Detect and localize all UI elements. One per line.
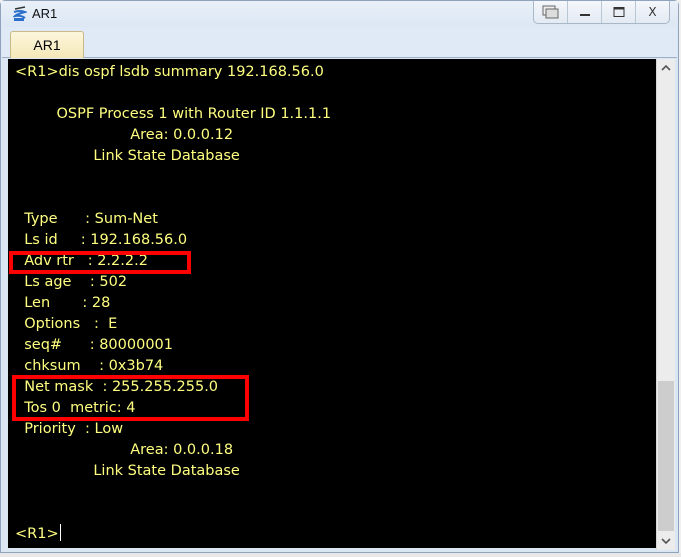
- restore-window-button[interactable]: [534, 1, 567, 23]
- terminal-line: Ls age : 502: [15, 274, 128, 290]
- terminal-line: seq# : 80000001: [15, 337, 173, 353]
- vertical-scrollbar[interactable]: [656, 59, 675, 550]
- terminal-window: AR1 X AR1 <R1>dis ospf lsdb summary 192.…: [0, 0, 679, 553]
- window-title: AR1: [32, 6, 58, 21]
- minimize-icon: [579, 14, 590, 16]
- close-button[interactable]: X: [635, 1, 669, 23]
- maximize-icon: [613, 7, 624, 17]
- terminal-lines: <R1>dis ospf lsdb summary 192.168.56.0 O…: [15, 62, 331, 545]
- terminal-line: Area: 0.0.0.18: [15, 442, 234, 458]
- terminal-line: Type : Sum-Net: [15, 211, 158, 227]
- tab-ar1[interactable]: AR1: [10, 31, 84, 58]
- highlight-box-adv-rtr: [9, 251, 191, 274]
- terminal-line: Area: 0.0.0.12: [15, 127, 234, 143]
- terminal-line: Options : E: [15, 316, 118, 332]
- chevron-down-icon: [661, 538, 671, 544]
- tab-bar: AR1: [2, 27, 677, 58]
- restore-window-icon: [542, 5, 558, 19]
- terminal-prompt-line: <R1>: [15, 524, 61, 542]
- text-cursor: [59, 524, 61, 541]
- chevron-up-icon: [661, 65, 671, 71]
- terminal-line: OSPF Process 1 with Router ID 1.1.1.1: [15, 106, 332, 122]
- minimize-button[interactable]: [567, 1, 601, 23]
- scroll-up-button[interactable]: [657, 59, 675, 77]
- tab-label: AR1: [33, 37, 61, 53]
- terminal-line: Len : 28: [15, 295, 111, 311]
- terminal-line: Priority : Low: [15, 421, 124, 437]
- window-controls: X: [533, 1, 670, 24]
- terminal-line: Link State Database: [15, 148, 240, 164]
- terminal-line: chksum : 0x3b74: [15, 358, 164, 374]
- scroll-down-button[interactable]: [657, 532, 675, 550]
- terminal-line: Ls id : 192.168.56.0: [15, 232, 188, 248]
- terminal-line: <R1>dis ospf lsdb summary 192.168.56.0: [15, 64, 324, 80]
- terminal-output[interactable]: <R1>dis ospf lsdb summary 192.168.56.0 O…: [8, 59, 656, 548]
- title-bar[interactable]: AR1 X: [1, 1, 678, 27]
- app-router-icon: [13, 6, 27, 21]
- terminal-line: Link State Database: [15, 463, 240, 479]
- maximize-button[interactable]: [601, 1, 635, 23]
- background-window-strip: [0, 553, 681, 557]
- scrollbar-thumb[interactable]: [658, 381, 674, 531]
- close-icon: X: [648, 5, 657, 19]
- highlight-box-net-mask-metric: [12, 375, 249, 421]
